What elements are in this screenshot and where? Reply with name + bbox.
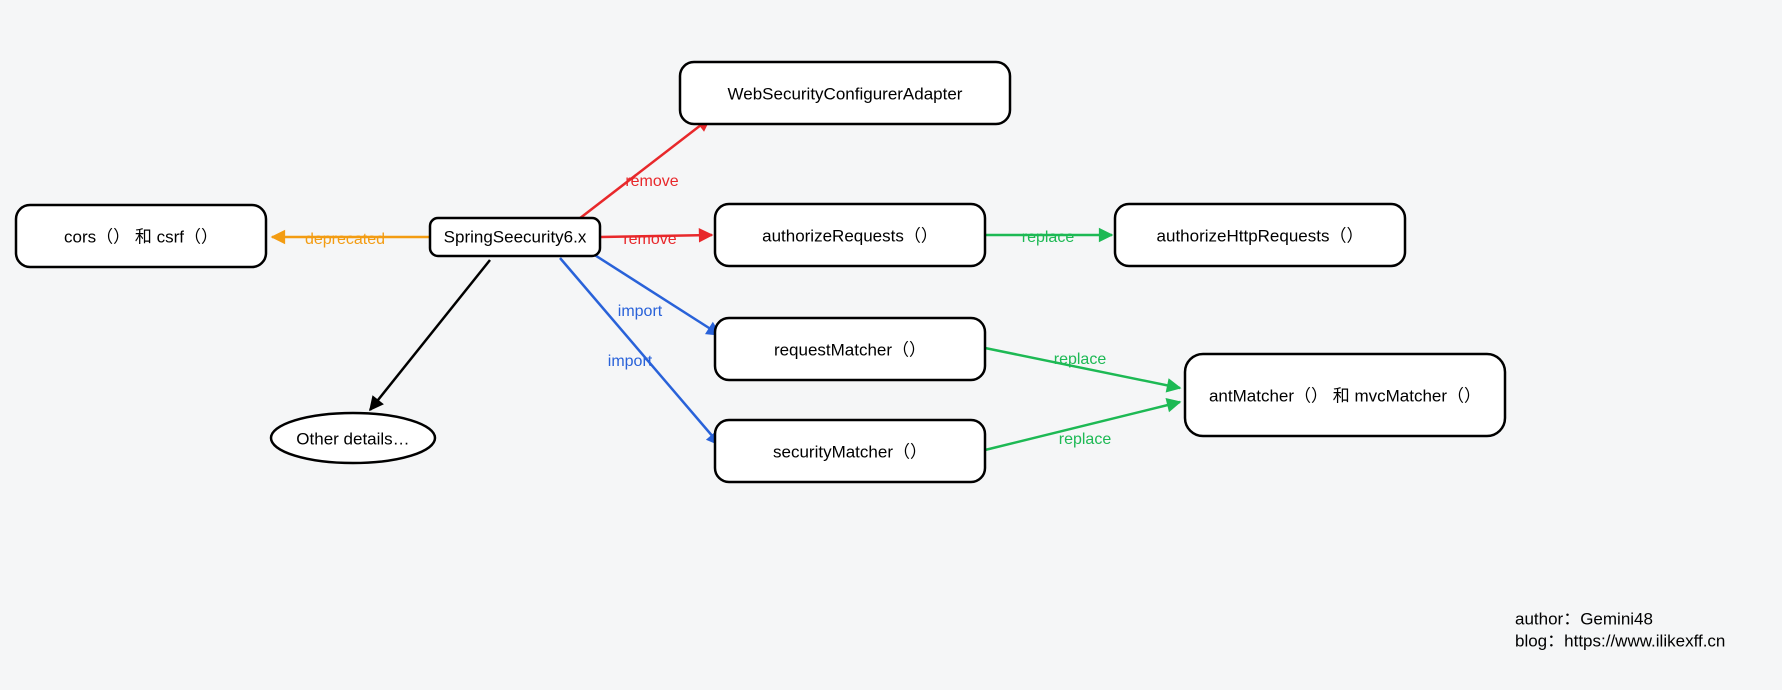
edge-remove-authreq-label: remove bbox=[623, 231, 676, 248]
node-cors-csrf: cors（） 和 csrf（） bbox=[16, 205, 266, 267]
edge-replace-antmvc-1-label: replace bbox=[1054, 351, 1107, 368]
edge-import-secmatch-label: import bbox=[608, 353, 653, 370]
node-request-matcher-label: requestMatcher（） bbox=[774, 340, 926, 359]
node-request-matcher: requestMatcher（） bbox=[715, 318, 985, 380]
node-other-details: Other details… bbox=[271, 413, 435, 463]
credits-blog: blog：https://www.ilikexff.cn bbox=[1515, 631, 1725, 650]
edge-replace-antmvc-2-label: replace bbox=[1059, 431, 1112, 448]
node-cors-csrf-label: cors（） 和 csrf（） bbox=[64, 227, 218, 246]
credits-author: author：Gemini48 bbox=[1515, 609, 1653, 628]
edge-deprecated: deprecated bbox=[272, 231, 430, 248]
node-authorize-requests: authorizeRequests（） bbox=[715, 204, 985, 266]
node-security-matcher-label: securityMatcher（） bbox=[773, 442, 927, 461]
edge-remove-authreq: remove bbox=[600, 231, 712, 248]
edge-import-reqmatch: import bbox=[590, 252, 720, 335]
node-ant-mvc-matcher: antMatcher（） 和 mvcMatcher（） bbox=[1185, 354, 1505, 436]
node-security-matcher: securityMatcher（） bbox=[715, 420, 985, 482]
edge-replace-authhttp: replace bbox=[985, 229, 1112, 246]
edge-replace-authhttp-label: replace bbox=[1022, 229, 1075, 246]
edge-remove-wsca: remove bbox=[575, 118, 710, 222]
node-ant-mvc-matcher-label: antMatcher（） 和 mvcMatcher（） bbox=[1209, 386, 1481, 405]
edge-import-reqmatch-label: import bbox=[618, 303, 663, 320]
credits: author：Gemini48 blog：https://www.ilikexf… bbox=[1515, 609, 1725, 650]
node-authorize-http-requests: authorizeHttpRequests（） bbox=[1115, 204, 1405, 266]
node-springsecurity-label: SpringSeecurity6.x bbox=[444, 227, 587, 246]
edge-remove-wsca-label: remove bbox=[625, 173, 678, 190]
edge-replace-antmvc-1: replace bbox=[985, 348, 1180, 388]
node-authorize-requests-label: authorizeRequests（） bbox=[762, 226, 938, 245]
node-wsca: WebSecurityConfigurerAdapter bbox=[680, 62, 1010, 124]
edge-import-secmatch: import bbox=[560, 258, 720, 445]
node-wsca-label: WebSecurityConfigurerAdapter bbox=[728, 84, 963, 103]
node-other-details-label: Other details… bbox=[296, 429, 409, 448]
node-springsecurity: SpringSeecurity6.x bbox=[430, 218, 600, 256]
diagram-canvas: deprecated remove remove import import r… bbox=[0, 0, 1782, 690]
edge-replace-antmvc-2: replace bbox=[985, 402, 1180, 450]
node-authorize-http-requests-label: authorizeHttpRequests（） bbox=[1157, 226, 1364, 245]
edge-other bbox=[370, 260, 490, 410]
edge-deprecated-label: deprecated bbox=[305, 231, 385, 248]
